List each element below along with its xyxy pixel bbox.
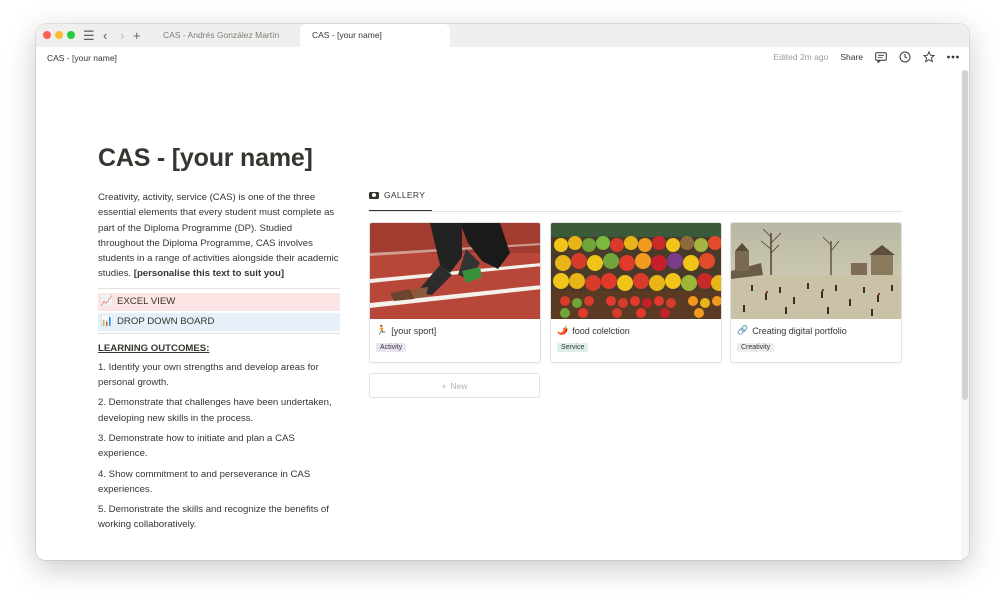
activity-tag: Activity (376, 343, 407, 352)
topbar-actions: Edited 2m ago Share (773, 51, 959, 63)
sidebar-menu-icon[interactable]: ☰ (83, 26, 95, 45)
gallery-card-food[interactable]: 🌶️ food colelction Service (550, 222, 722, 363)
favorite-star-icon[interactable] (923, 51, 935, 63)
gallery-tab-label: GALLERY (384, 190, 426, 200)
comment-icon[interactable] (875, 51, 887, 63)
divider (98, 332, 340, 334)
gallery-card-portfolio[interactable]: 🔗 Creating digital portfolio Creativity (730, 222, 902, 363)
page-content: CAS - [your name] Creativity, activity, … (36, 70, 961, 560)
food-cover-image (551, 223, 721, 319)
forward-arrow-icon[interactable]: › (120, 26, 124, 45)
gallery-view-tab[interactable]: GALLERY (369, 190, 425, 200)
intro-bold-text: [personalise this text to suit you] (133, 268, 285, 280)
learning-outcome-item[interactable]: 5. Demonstrate the skills and recognize … (98, 502, 340, 533)
maximize-window-button[interactable] (67, 31, 75, 39)
tab-bar: ☰ ‹ › + CAS - Andrés González Martín CAS… (36, 24, 969, 47)
card-title: 🌶️ food colelction (557, 325, 630, 336)
learning-outcome-item[interactable]: 2. Demonstrate that challenges have been… (98, 395, 340, 426)
intro-paragraph[interactable]: Creativity, activity, service (CAS) is o… (98, 190, 340, 282)
divider (98, 287, 340, 289)
creativity-tag: Creativity (737, 343, 775, 352)
learning-outcome-item[interactable]: 4. Show commitment to and perseverance i… (98, 467, 340, 498)
page-topbar: CAS - [your name] Edited 2m ago Share (36, 47, 969, 70)
minimize-window-button[interactable] (55, 31, 63, 39)
share-button[interactable]: Share (840, 52, 863, 62)
page-title[interactable]: CAS - [your name] (98, 144, 313, 173)
card-title-text: Creating digital portfolio (752, 325, 847, 336)
gallery-card-sport[interactable]: 🏃 [your sport] Activity (369, 222, 541, 363)
portfolio-cover-image (731, 223, 901, 319)
breadcrumb[interactable]: CAS - [your name] (47, 53, 117, 63)
drop-down-board-link[interactable]: 📊 DROP DOWN BOARD (98, 312, 340, 331)
history-clock-icon[interactable] (899, 51, 911, 63)
new-card-label: New (450, 380, 468, 391)
intro-text: Creativity, activity, service (CAS) is o… (98, 192, 339, 280)
plus-icon: + (441, 380, 447, 391)
service-tag: Service (557, 343, 589, 352)
drop-down-board-label: DROP DOWN BOARD (117, 316, 215, 328)
left-column: Creativity, activity, service (CAS) is o… (98, 190, 340, 538)
more-options-icon[interactable] (947, 55, 959, 59)
running-person-icon: 🏃 (376, 325, 388, 335)
chili-pepper-icon: 🌶️ (557, 325, 569, 335)
edited-status: Edited 2m ago (773, 52, 829, 62)
excel-view-label: EXCEL VIEW (117, 296, 176, 308)
close-window-button[interactable] (43, 31, 51, 39)
card-title: 🏃 [your sport] (376, 325, 436, 336)
learning-outcome-item[interactable]: 3. Demonstrate how to initiate and plan … (98, 431, 340, 462)
card-title-text: [your sport] (391, 325, 437, 336)
card-title-text: food colelction (572, 325, 630, 336)
new-tab-plus-icon[interactable]: + (133, 26, 141, 45)
app-window: ☰ ‹ › + CAS - Andrés González Martín CAS… (36, 24, 969, 560)
gallery-divider (369, 211, 902, 212)
learning-outcomes-heading: LEARNING OUTCOMES: (98, 342, 210, 354)
sport-cover-image (370, 223, 540, 319)
back-arrow-icon[interactable]: ‹ (103, 26, 107, 45)
excel-view-link[interactable]: 📈 EXCEL VIEW (98, 292, 340, 311)
new-card-button[interactable]: + New (369, 373, 540, 398)
learning-outcome-item[interactable]: 1. Identify your own strengths and devel… (98, 360, 340, 391)
link-icon: 🔗 (737, 325, 749, 335)
scrollbar[interactable] (961, 70, 969, 560)
tab-cas-andres[interactable]: CAS - Andrés González Martín (151, 24, 291, 47)
card-title: 🔗 Creating digital portfolio (737, 325, 847, 336)
scrollbar-thumb[interactable] (962, 70, 968, 400)
bar-chart-icon: 📊 (100, 316, 114, 328)
gallery-camera-icon (369, 191, 379, 199)
tab-cas-your-name[interactable]: CAS - [your name] (300, 24, 450, 47)
chart-increasing-icon: 📈 (100, 296, 114, 308)
